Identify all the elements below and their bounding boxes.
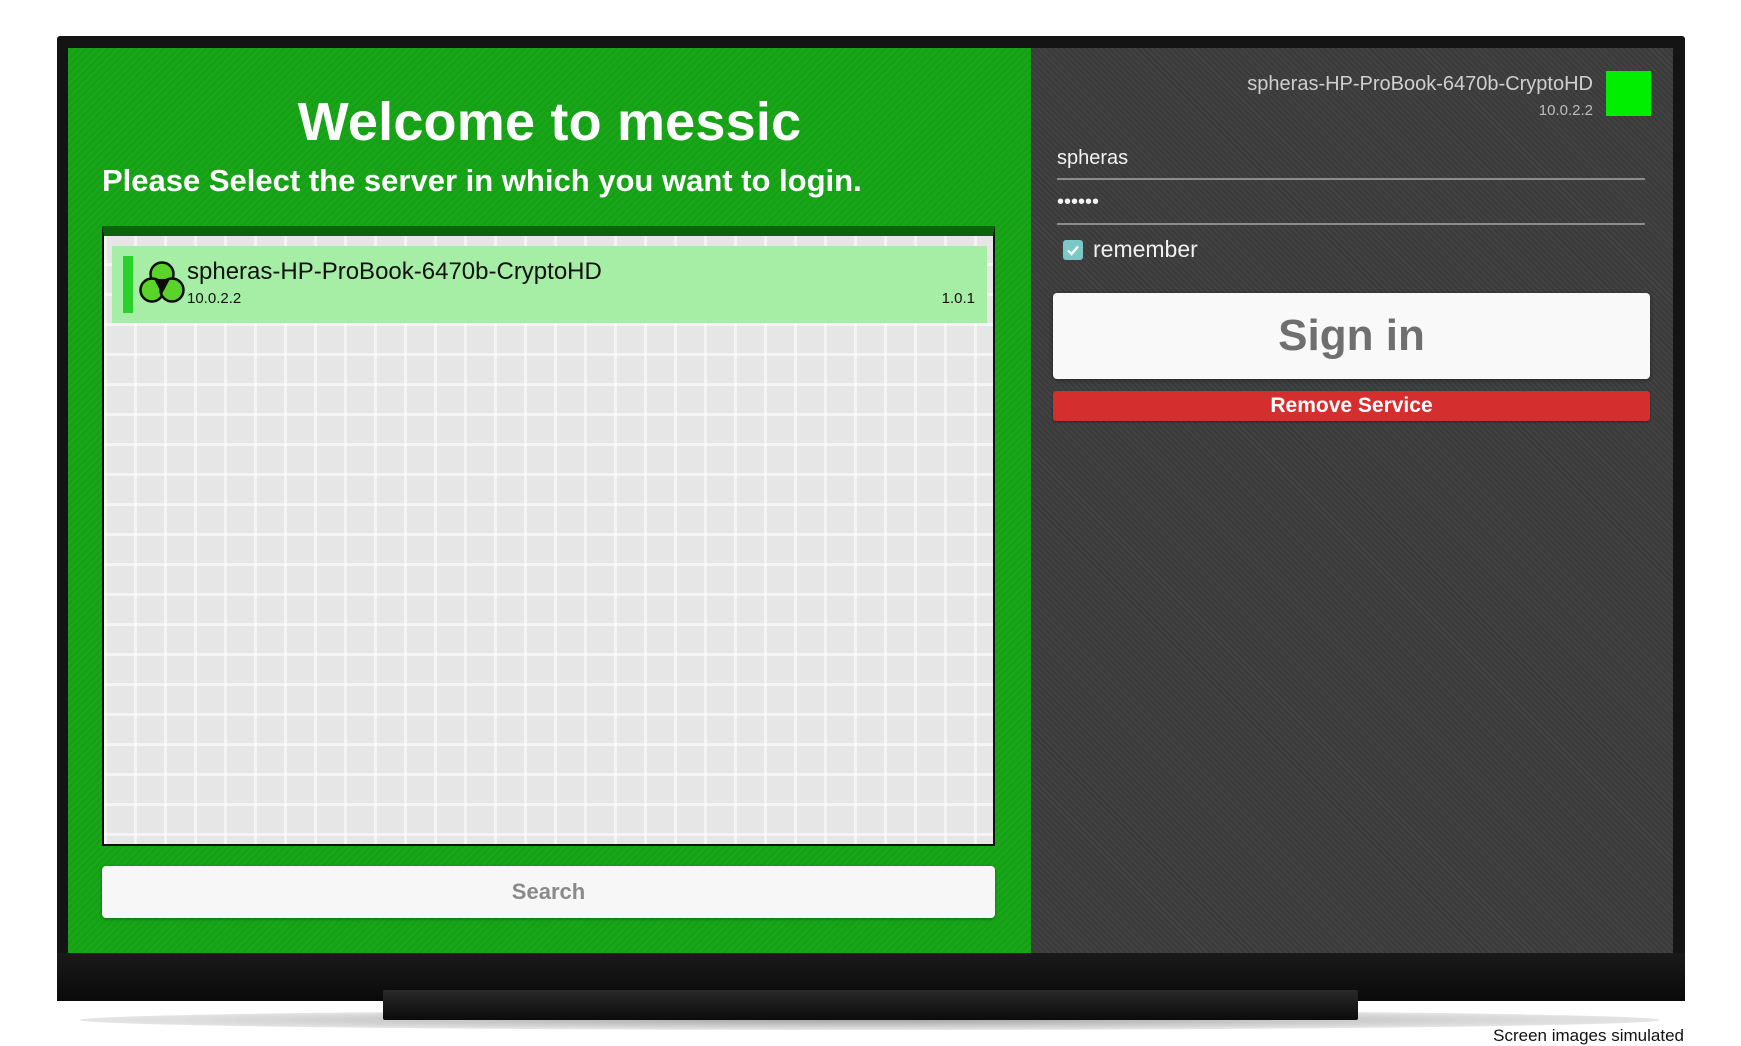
selected-server-ip: 10.0.2.2 [1538,102,1593,119]
remember-label: remember [1093,236,1198,262]
remember-checkbox[interactable]: remember [1063,236,1198,263]
login-panel: spheras-HP-ProBook-6470b-CryptoHD 10.0.2… [1031,48,1673,953]
tv-screen: Welcome to messic Please Select the serv… [68,48,1673,953]
server-list-item[interactable]: spheras-HP-ProBook-6470b-CryptoHD 10.0.2… [112,246,987,323]
server-item-name: spheras-HP-ProBook-6470b-CryptoHD [187,258,602,285]
tv-stand [383,990,1358,1020]
password-field[interactable] [1057,181,1645,225]
username-field[interactable] [1057,138,1645,180]
remove-service-button[interactable]: Remove Service [1053,391,1650,421]
server-status-indicator [1606,71,1651,116]
sign-in-button[interactable]: Sign in [1053,293,1650,379]
server-selection-panel: Welcome to messic Please Select the serv… [68,48,1031,953]
server-list[interactable]: spheras-HP-ProBook-6470b-CryptoHD 10.0.2… [102,226,995,846]
checkbox-checked-icon[interactable] [1063,239,1083,260]
server-item-ip: 10.0.2.2 [187,290,242,307]
welcome-subtitle: Please Select the server in which you wa… [102,163,862,198]
search-button[interactable]: Search [102,866,995,918]
messic-logo-icon [137,257,187,307]
welcome-title: Welcome to messic [297,92,802,152]
server-item-version: 1.0.1 [941,290,975,307]
disclaimer-text: Screen images simulated [1493,1026,1684,1045]
selection-marker [123,256,133,313]
selected-server-name: spheras-HP-ProBook-6470b-CryptoHD [1247,73,1593,95]
